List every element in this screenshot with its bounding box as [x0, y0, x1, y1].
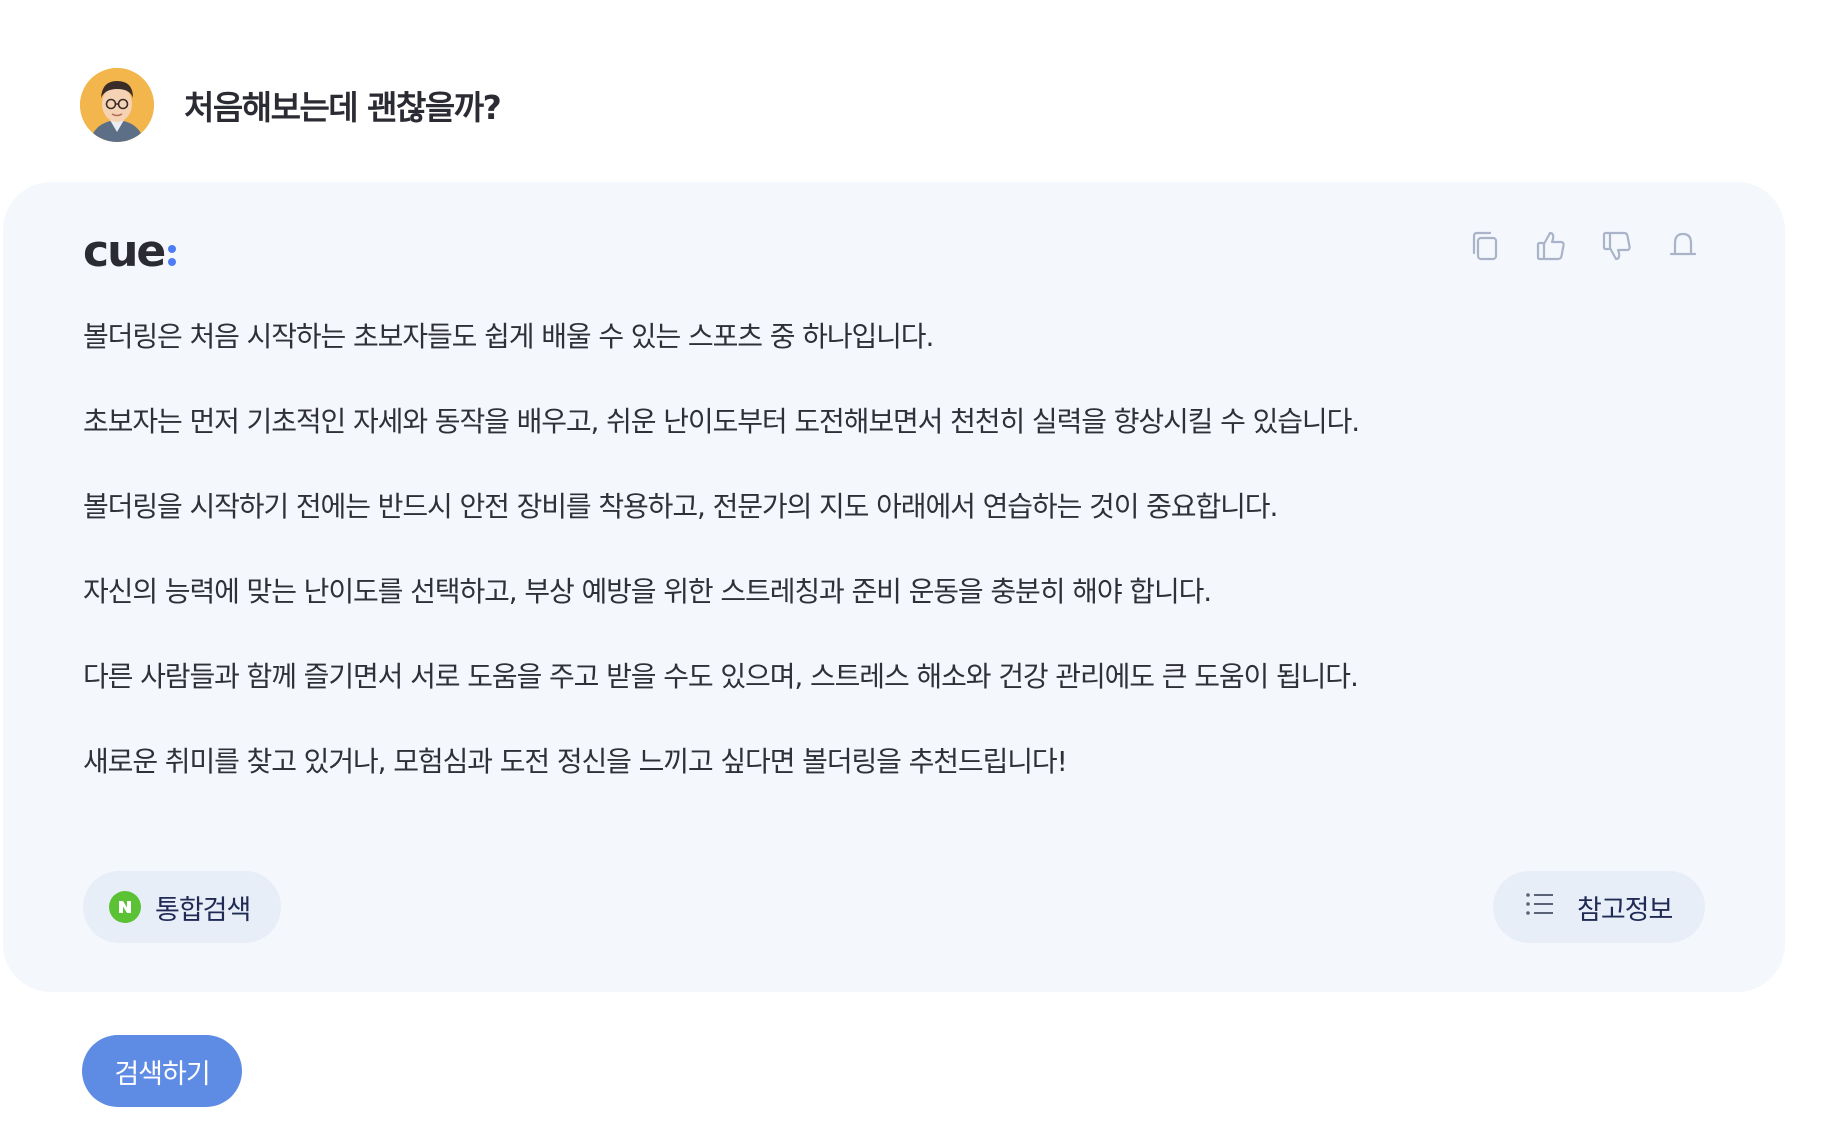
list-icon	[1525, 892, 1555, 923]
thumbs-down-icon	[1602, 231, 1631, 261]
integrated-search-label: 통합검색	[155, 894, 251, 926]
answer-paragraph: 초보자는 먼저 기초적인 자세와 동작을 배우고, 쉬운 난이도부터 도전해보면…	[83, 405, 1360, 438]
integrated-search-button[interactable]: 통합검색	[83, 871, 281, 943]
like-button[interactable]	[1533, 226, 1569, 266]
answer-body: 볼더링은 처음 시작하는 초보자들도 쉽게 배울 수 있는 스포츠 중 하나입니…	[83, 317, 1703, 827]
naver-n-icon	[109, 891, 141, 923]
references-label: 참고정보	[1577, 894, 1673, 926]
answer-paragraph: 볼더링을 시작하기 전에는 반드시 안전 장비를 착용하고, 전문가의 지도 아…	[83, 490, 1278, 523]
copy-button[interactable]	[1467, 226, 1503, 266]
copy-icon	[1472, 231, 1498, 261]
answer-card: cue 볼더링은 처음 시작하는 초보자들도 쉽게 배울 수 있는 스포츠 중 …	[3, 182, 1785, 992]
notify-button[interactable]	[1665, 226, 1701, 266]
answer-paragraph: 볼더링은 처음 시작하는 초보자들도 쉽게 배울 수 있는 스포츠 중 하나입니…	[83, 320, 934, 353]
question-row: 처음해보는데 괜찮을까?	[80, 68, 502, 142]
thumbs-up-icon	[1536, 231, 1565, 261]
cue-logo: cue	[83, 226, 177, 277]
bell-icon	[1669, 232, 1697, 256]
references-button[interactable]: 참고정보	[1493, 871, 1705, 943]
answer-actions	[1467, 226, 1701, 266]
cue-logo-dots	[168, 244, 177, 266]
cue-logo-text: cue	[83, 226, 166, 277]
answer-paragraph: 다른 사람들과 함께 즐기면서 서로 도움을 주고 받을 수도 있으며, 스트레…	[83, 660, 1359, 693]
user-avatar-icon	[80, 68, 154, 142]
dislike-button[interactable]	[1599, 226, 1635, 266]
answer-paragraph: 새로운 취미를 찾고 있거나, 모험심과 도전 정신을 느끼고 싶다면 볼더링을…	[83, 745, 1068, 778]
answer-paragraph: 자신의 능력에 맞는 난이도를 선택하고, 부상 예방을 위한 스트레칭과 준비…	[83, 575, 1212, 608]
question-text: 처음해보는데 괜찮을까?	[184, 88, 502, 127]
search-button[interactable]: 검색하기	[82, 1035, 242, 1107]
